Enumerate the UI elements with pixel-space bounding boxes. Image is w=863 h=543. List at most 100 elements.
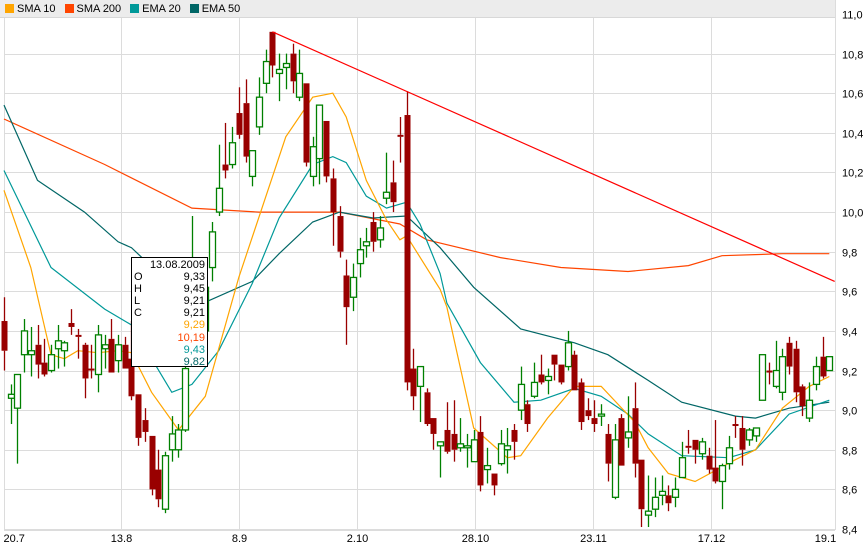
candle-body	[248, 150, 257, 178]
candle-body	[362, 241, 371, 247]
candle-body	[215, 187, 224, 213]
candle-body	[168, 433, 177, 451]
legend-label: EMA 50	[201, 2, 241, 15]
candle-body	[101, 344, 110, 350]
price-chart[interactable]: 11,0 10,8 10,6 10,4 10,2 10,0 9,8 9,6 9,4 9,2 9,0 8…	[0, 0, 863, 543]
candle-body	[262, 60, 271, 84]
candle	[356, 237, 365, 278]
candle-body	[591, 418, 598, 425]
legend-label: EMA 20	[142, 2, 181, 15]
candle	[591, 400, 598, 432]
candle	[295, 49, 304, 102]
candle	[638, 459, 645, 528]
legend-swatch	[189, 4, 199, 13]
candle	[778, 348, 787, 401]
candle	[416, 365, 425, 423]
candle-body	[793, 348, 800, 393]
candle-body	[611, 439, 620, 498]
candle	[745, 427, 754, 446]
candle-body	[88, 368, 95, 371]
candle-body	[778, 356, 787, 393]
y-tick-label: 9,2	[842, 367, 857, 379]
candle	[236, 87, 243, 139]
candle	[255, 77, 264, 135]
candle	[424, 388, 431, 426]
candle-body	[356, 249, 365, 265]
candle	[262, 49, 271, 94]
candle-body	[135, 394, 142, 438]
candle-body	[290, 53, 297, 82]
candle	[303, 83, 310, 167]
legend-ema50[interactable]: EMA 50	[189, 2, 241, 15]
candle	[155, 449, 162, 508]
tooltip-value: 9,21	[183, 295, 205, 308]
candle	[524, 400, 531, 432]
y-tick-label: 10,4	[842, 129, 863, 141]
candle	[27, 326, 36, 377]
candle	[618, 414, 625, 466]
candle	[772, 340, 781, 389]
candle	[282, 53, 291, 90]
candle	[739, 416, 746, 466]
candle-body	[75, 334, 82, 337]
legend-sma200[interactable]: SMA 200	[64, 3, 121, 15]
candle-body	[60, 342, 69, 352]
candle	[88, 344, 95, 379]
candle-body	[208, 231, 217, 269]
candle-body	[174, 429, 183, 451]
y-tick-label: 8,8	[842, 446, 857, 458]
y-tick-label: 10,2	[842, 168, 863, 180]
legend-swatch	[130, 4, 140, 13]
candle	[168, 416, 177, 462]
candle	[444, 402, 451, 454]
candle	[142, 408, 149, 442]
candle-body	[571, 354, 578, 391]
candle	[624, 396, 633, 448]
candle	[75, 328, 82, 359]
candle-body	[1, 321, 8, 351]
legend-sma10[interactable]: SMA 10	[5, 3, 56, 15]
candle-body	[772, 369, 781, 388]
candle-body	[725, 447, 734, 465]
candle-body	[35, 344, 42, 365]
candle	[558, 364, 565, 385]
candle	[491, 473, 498, 496]
candle-body	[303, 83, 310, 163]
candle-body	[275, 68, 284, 75]
candle-body	[530, 381, 539, 397]
candle-body	[470, 439, 479, 463]
candle	[712, 420, 719, 484]
candle-body	[382, 191, 391, 199]
candle-body	[222, 164, 229, 171]
candle	[644, 475, 653, 528]
candle	[651, 477, 660, 518]
candle	[122, 336, 129, 369]
candle-body	[315, 104, 324, 160]
candle-body	[544, 375, 553, 382]
candle-body	[585, 410, 592, 417]
tooltip-value: 9,45	[183, 283, 205, 296]
tooltip-key: O	[134, 271, 143, 284]
candle	[135, 394, 142, 446]
candle	[551, 354, 558, 381]
candle	[820, 336, 827, 379]
candle	[20, 319, 29, 373]
y-tick-label: 9,8	[842, 248, 857, 260]
candle-body	[349, 276, 358, 298]
candle	[404, 91, 411, 391]
candle-body	[685, 445, 692, 448]
candle	[94, 324, 103, 393]
candle	[766, 362, 773, 385]
candle	[397, 117, 404, 163]
candle-body	[436, 441, 445, 447]
candle	[658, 475, 667, 506]
candle	[544, 368, 553, 395]
candle-body	[41, 362, 48, 375]
candle	[181, 360, 190, 432]
x-tick-label: 19.1	[815, 533, 836, 543]
candle	[362, 227, 371, 258]
legend-ema20[interactable]: EMA 20	[130, 3, 181, 15]
legend-swatch	[5, 4, 14, 13]
candle-body	[181, 367, 190, 431]
tooltip-ema50: 9,82	[183, 355, 205, 368]
